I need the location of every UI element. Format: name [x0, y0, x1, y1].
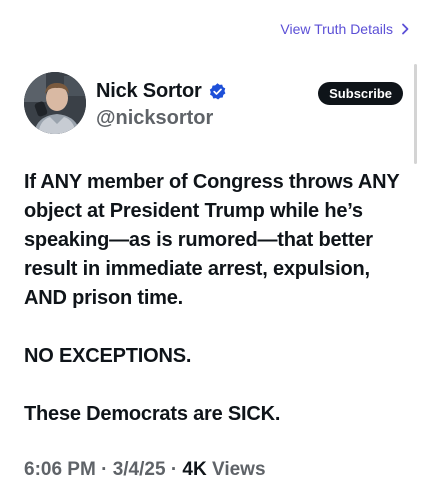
post-date: 3/4/25: [112, 459, 166, 480]
display-name[interactable]: Nick Sortor: [96, 80, 202, 103]
post-header: Nick Sortor @nicksortor Subscribe: [24, 72, 403, 136]
name-row: Nick Sortor: [96, 80, 227, 103]
post-paragraph: These Democrats are SICK.: [24, 403, 281, 425]
post-paragraph: NO EXCEPTIONS.: [24, 345, 192, 367]
post-time: 6:06 PM: [24, 459, 96, 480]
view-truth-details-link[interactable]: View Truth Details: [280, 21, 411, 37]
user-handle[interactable]: @nicksortor: [96, 107, 213, 130]
meta-separator: ·: [170, 459, 178, 480]
views-count: 4K: [182, 459, 207, 480]
post-meta: 6:06 PM · 3/4/25 · 4K Views: [24, 459, 266, 481]
avatar[interactable]: [24, 72, 86, 134]
avatar-image: [24, 72, 86, 134]
subscribe-button[interactable]: Subscribe: [318, 82, 403, 105]
views-label: Views: [212, 459, 266, 480]
verified-badge-icon: [209, 83, 226, 100]
chevron-right-icon: [402, 23, 409, 35]
scrollbar[interactable]: [414, 64, 417, 164]
post-body: If ANY member of Congress throws ANY obj…: [24, 168, 409, 458]
view-truth-details-label: View Truth Details: [280, 21, 393, 37]
post-paragraph: If ANY member of Congress throws ANY obj…: [24, 171, 400, 309]
meta-separator: ·: [101, 459, 108, 480]
